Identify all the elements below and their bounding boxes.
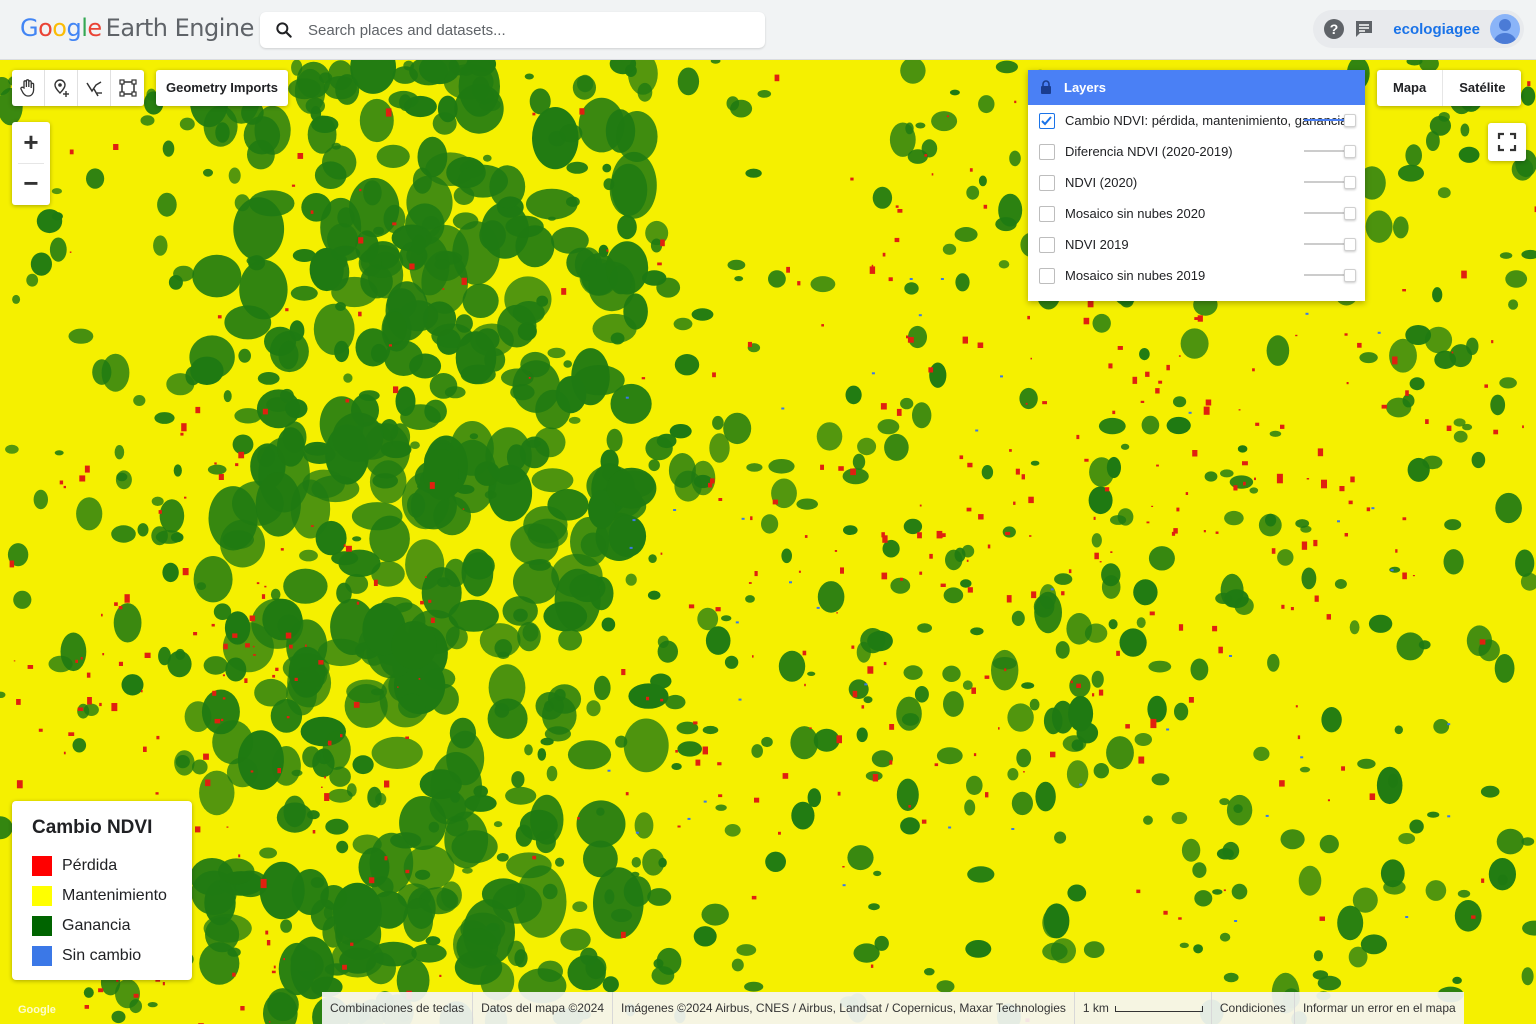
help-icon: ? bbox=[1324, 19, 1345, 39]
fullscreen-button[interactable] bbox=[1488, 123, 1526, 161]
layers-title: Layers bbox=[1064, 80, 1106, 95]
lock-icon[interactable] bbox=[1040, 80, 1052, 94]
layer-checkbox[interactable] bbox=[1039, 113, 1055, 129]
map-data-attribution[interactable]: Datos del mapa ©2024 bbox=[472, 992, 612, 1024]
opacity-slider-handle[interactable] bbox=[1344, 269, 1356, 282]
polyline-icon bbox=[86, 81, 102, 97]
map-canvas[interactable]: Geometry Imports + − Layers Cambio NDVI:… bbox=[0, 60, 1536, 1024]
zoom-in-button[interactable]: + bbox=[12, 122, 50, 163]
user-name[interactable]: ecologiagee bbox=[1379, 21, 1490, 38]
google-watermark: Google bbox=[18, 1004, 56, 1016]
hand-pan-icon bbox=[20, 79, 35, 97]
keyboard-shortcuts-link[interactable]: Combinaciones de teclas bbox=[322, 992, 472, 1024]
check-icon bbox=[1041, 116, 1052, 126]
legend-item: Sin cambio bbox=[32, 941, 192, 971]
logo-letter: o bbox=[52, 14, 67, 42]
layer-label: Mosaico sin nubes 2019 bbox=[1065, 268, 1206, 283]
layer-label: Mosaico sin nubes 2020 bbox=[1065, 206, 1206, 221]
map-type-map-button[interactable]: Mapa bbox=[1377, 70, 1444, 106]
marker-tool-button[interactable] bbox=[45, 70, 78, 106]
pan-tool-button[interactable] bbox=[12, 70, 45, 106]
map-type-satellite-button[interactable]: Satélite bbox=[1443, 70, 1521, 106]
legend-title: Cambio NDVI bbox=[32, 817, 153, 838]
zoom-out-button[interactable]: − bbox=[12, 163, 50, 204]
imagery-attribution: Imágenes ©2024 Airbus, CNES / Airbus, La… bbox=[612, 992, 1074, 1024]
feedback-button[interactable] bbox=[1349, 14, 1379, 44]
legend-item: Ganancia bbox=[32, 911, 192, 941]
layer-checkbox[interactable] bbox=[1039, 144, 1055, 160]
logo-letter: G bbox=[20, 14, 39, 42]
search-icon bbox=[276, 22, 292, 38]
rectangle-icon bbox=[118, 79, 137, 97]
layer-label: NDVI (2020) bbox=[1065, 175, 1138, 190]
layer-list: Cambio NDVI: pérdida, mantenimiento, gan… bbox=[1028, 105, 1365, 291]
legend-swatch bbox=[32, 886, 52, 906]
account-area: ? ecologiagee bbox=[1313, 10, 1524, 48]
legend-label: Ganancia bbox=[62, 917, 131, 934]
logo-letter: e bbox=[87, 14, 102, 42]
legend-swatch bbox=[32, 916, 52, 936]
svg-text:?: ? bbox=[1330, 21, 1339, 37]
layer-item[interactable]: Cambio NDVI: pérdida, mantenimiento, gan… bbox=[1028, 105, 1365, 136]
layer-label: Diferencia NDVI (2020-2019) bbox=[1065, 144, 1233, 159]
feedback-icon bbox=[1356, 21, 1373, 37]
legend-list: Pérdida Mantenimiento Ganancia Sin cambio bbox=[32, 851, 192, 971]
layer-checkbox[interactable] bbox=[1039, 237, 1055, 253]
avatar[interactable] bbox=[1490, 14, 1520, 44]
layer-item[interactable]: Mosaico sin nubes 2019 bbox=[1028, 260, 1365, 291]
help-button[interactable]: ? bbox=[1319, 14, 1349, 44]
legend-swatch bbox=[32, 946, 52, 966]
rectangle-tool-button[interactable] bbox=[111, 70, 144, 106]
layers-header[interactable]: Layers bbox=[1028, 70, 1365, 105]
earth-engine-logo[interactable]: Google Earth Engine bbox=[20, 14, 254, 42]
marker-pin-icon bbox=[54, 79, 69, 97]
map-footer: Combinaciones de teclas Datos del mapa ©… bbox=[322, 992, 1464, 1024]
layer-item[interactable]: NDVI (2020) bbox=[1028, 167, 1365, 198]
geometry-imports-button[interactable]: Geometry Imports bbox=[156, 70, 288, 106]
map-type-control: Mapa Satélite bbox=[1377, 70, 1522, 106]
opacity-slider-handle[interactable] bbox=[1344, 176, 1356, 189]
logo-product-name: Earth Engine bbox=[105, 14, 255, 42]
legend-item: Pérdida bbox=[32, 851, 192, 881]
layers-panel: Layers Cambio NDVI: pérdida, mantenimien… bbox=[1028, 70, 1365, 301]
search-input[interactable] bbox=[308, 12, 748, 48]
legend-label: Mantenimiento bbox=[62, 887, 167, 904]
scale-indicator[interactable]: 1 km bbox=[1073, 992, 1211, 1024]
layer-item[interactable]: NDVI 2019 bbox=[1028, 229, 1365, 260]
polyline-tool-button[interactable] bbox=[78, 70, 111, 106]
legend-label: Pérdida bbox=[62, 857, 118, 874]
fullscreen-icon bbox=[1497, 132, 1517, 152]
top-bar: GoogleEarth Engine ? ecologiagee bbox=[0, 0, 1536, 60]
logo-letter: g bbox=[66, 14, 82, 42]
legend-swatch bbox=[32, 856, 52, 876]
layer-label: NDVI 2019 bbox=[1065, 237, 1129, 252]
scale-label: 1 km bbox=[1082, 1001, 1109, 1015]
terms-link[interactable]: Condiciones bbox=[1210, 992, 1294, 1024]
search-box[interactable] bbox=[260, 12, 765, 48]
legend-label: Sin cambio bbox=[62, 947, 142, 964]
drawing-tools bbox=[12, 70, 144, 106]
zoom-control: + − bbox=[12, 122, 50, 205]
layer-checkbox[interactable] bbox=[1039, 175, 1055, 191]
opacity-slider-handle[interactable] bbox=[1344, 207, 1356, 220]
report-error-link[interactable]: Informar un error en el mapa bbox=[1293, 992, 1464, 1024]
zoom-divider bbox=[18, 163, 44, 164]
logo-letter: o bbox=[38, 14, 53, 42]
opacity-slider-handle[interactable] bbox=[1344, 114, 1356, 127]
scale-bar bbox=[1114, 1005, 1203, 1012]
layer-item[interactable]: Diferencia NDVI (2020-2019) bbox=[1028, 136, 1365, 167]
layer-checkbox[interactable] bbox=[1039, 268, 1055, 284]
layer-item[interactable]: Mosaico sin nubes 2020 bbox=[1028, 198, 1365, 229]
layer-checkbox[interactable] bbox=[1039, 206, 1055, 222]
legend-item: Mantenimiento bbox=[32, 881, 192, 911]
legend-panel: Cambio NDVI Pérdida Mantenimiento Ganancia… bbox=[12, 801, 192, 980]
opacity-slider-handle[interactable] bbox=[1344, 238, 1356, 251]
opacity-slider-handle[interactable] bbox=[1344, 145, 1356, 158]
